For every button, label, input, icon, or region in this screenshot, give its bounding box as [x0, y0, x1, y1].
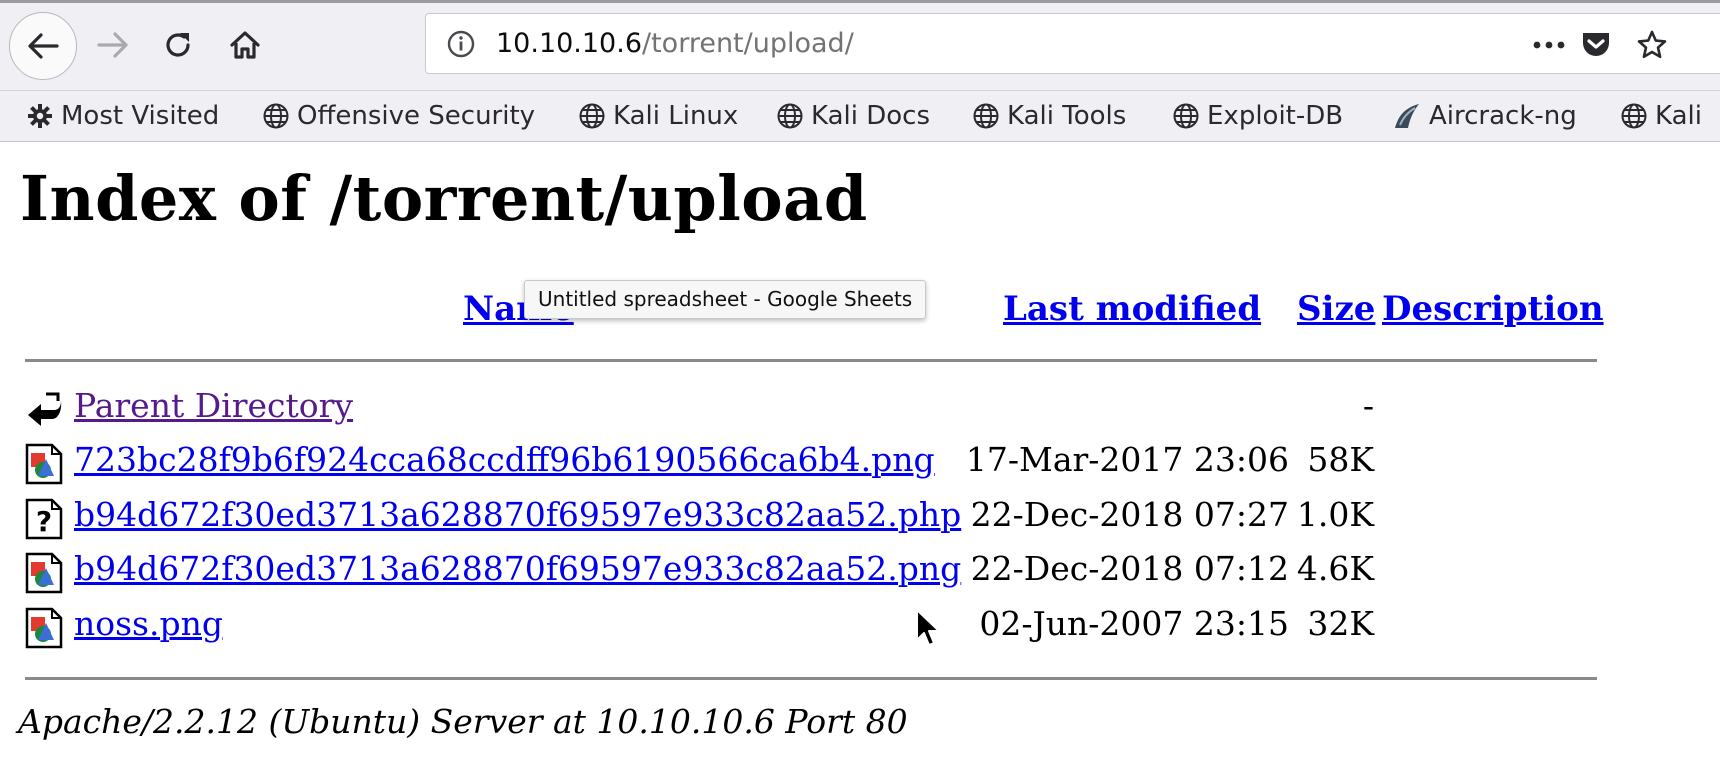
file-link[interactable]: b94d672f30ed3713a628870f69597e933c82aa52… [74, 495, 961, 534]
file-size: - [1362, 386, 1374, 425]
table-row: 723bc28f9b6f924cca68ccdff96b6190566ca6b4… [0, 440, 1720, 490]
star-icon [1637, 30, 1667, 59]
server-signature: Apache/2.2.12 (Ubuntu) Server at 10.10.1… [18, 702, 908, 741]
image-file-icon [25, 552, 63, 594]
bookmark-offensive-security[interactable]: Offensive Security [262, 97, 535, 135]
ellipsis-icon [1533, 41, 1565, 49]
back-button[interactable] [9, 12, 77, 80]
globe-icon [1173, 103, 1199, 129]
pocket-icon [1583, 33, 1609, 56]
table-row: Parent Directory - [0, 386, 1720, 436]
bookmarks-toolbar: Most Visited Offensive Security Kali Lin… [0, 91, 1720, 142]
mouse-cursor-icon [916, 609, 940, 646]
back-folder-icon [28, 392, 62, 426]
file-date: 17-Mar-2017 23:06 [965, 440, 1289, 479]
file-date: 22-Dec-2018 07:12 [970, 549, 1289, 588]
forward-arrow-icon [97, 32, 128, 58]
file-size: 1.0K [1296, 495, 1374, 534]
url-text[interactable]: 10.10.10.6/torrent/upload/ [496, 27, 854, 61]
globe-icon [579, 103, 605, 129]
page-content: Index of /torrent/upload Name Last modif… [0, 142, 1720, 760]
reload-icon [166, 33, 190, 57]
file-size: 32K [1307, 604, 1374, 643]
browser-toolbar: 10.10.10.6/torrent/upload/ [0, 0, 1720, 91]
column-header-size[interactable]: Size [1297, 289, 1375, 329]
table-row: ? b94d672f30ed3713a628870f69597e933c82aa… [0, 495, 1720, 545]
file-link[interactable]: 723bc28f9b6f924cca68ccdff96b6190566ca6b4… [74, 440, 935, 479]
home-button[interactable] [212, 12, 278, 78]
url-path: /torrent/upload/ [642, 28, 854, 59]
file-date: 02-Jun-2007 23:15 [979, 604, 1289, 643]
globe-icon [1621, 103, 1647, 129]
svg-text:?: ? [36, 505, 52, 538]
bookmark-star-button[interactable] [1634, 27, 1670, 63]
image-file-icon [25, 443, 63, 485]
table-row: noss.png 02-Jun-2007 23:15 32K [0, 604, 1720, 654]
aircrack-icon [1395, 104, 1419, 128]
file-link[interactable]: b94d672f30ed3713a628870f69597e933c82aa52… [74, 549, 961, 588]
bookmark-label: Exploit-DB [1207, 101, 1344, 131]
bookmark-label: Kali Docs [811, 101, 931, 131]
bookmark-aircrack-ng[interactable]: Aircrack-ng [1392, 97, 1577, 135]
file-size: 58K [1307, 440, 1374, 479]
url-host: 10.10.10.6 [496, 28, 642, 59]
column-header-description[interactable]: Description [1382, 289, 1604, 329]
gear-icon [28, 104, 52, 128]
file-date: 22-Dec-2018 07:27 [970, 495, 1289, 534]
tab-tooltip: Untitled spreadsheet - Google Sheets [524, 280, 927, 319]
file-link[interactable]: Parent Directory [74, 386, 353, 425]
globe-icon [973, 103, 999, 129]
globe-icon [777, 103, 803, 129]
page-title: Index of /torrent/upload [20, 162, 868, 235]
bookmark-label: Kali [1655, 101, 1702, 131]
reload-button[interactable] [145, 12, 211, 78]
bookmark-kali-linux[interactable]: Kali Linux [578, 97, 738, 135]
bookmark-label: Offensive Security [297, 101, 536, 131]
unknown-file-icon: ? [25, 498, 63, 540]
address-bar[interactable]: 10.10.10.6/torrent/upload/ [425, 13, 1720, 74]
bookmark-most-visited[interactable]: Most Visited [26, 97, 219, 135]
bookmark-kali-tools[interactable]: Kali Tools [972, 97, 1126, 135]
info-icon[interactable] [446, 29, 476, 59]
file-link[interactable]: noss.png [74, 604, 223, 643]
footer-divider [25, 677, 1597, 680]
pocket-button[interactable] [1578, 27, 1614, 63]
file-size: 4.6K [1296, 549, 1374, 588]
back-arrow-icon [28, 33, 59, 59]
bookmark-exploit-db[interactable]: Exploit-DB [1172, 97, 1343, 135]
column-header-last-modified[interactable]: Last modified [1003, 289, 1261, 329]
bookmark-kali-docs[interactable]: Kali Docs [776, 97, 930, 135]
image-file-icon [25, 607, 63, 649]
bookmark-label: Kali Tools [1007, 101, 1127, 131]
bookmark-label: Kali Linux [613, 101, 739, 131]
forward-button[interactable] [80, 12, 146, 78]
table-row: b94d672f30ed3713a628870f69597e933c82aa52… [0, 549, 1720, 599]
tab-strip-edge [0, 0, 1720, 3]
page-actions-button[interactable] [1531, 27, 1567, 63]
globe-icon [263, 103, 289, 129]
header-divider [25, 359, 1597, 362]
bookmark-label: Aircrack-ng [1429, 101, 1577, 131]
home-icon [230, 31, 260, 59]
bookmark-label: Most Visited [61, 101, 220, 131]
bookmark-kali[interactable]: Kali [1620, 97, 1702, 135]
